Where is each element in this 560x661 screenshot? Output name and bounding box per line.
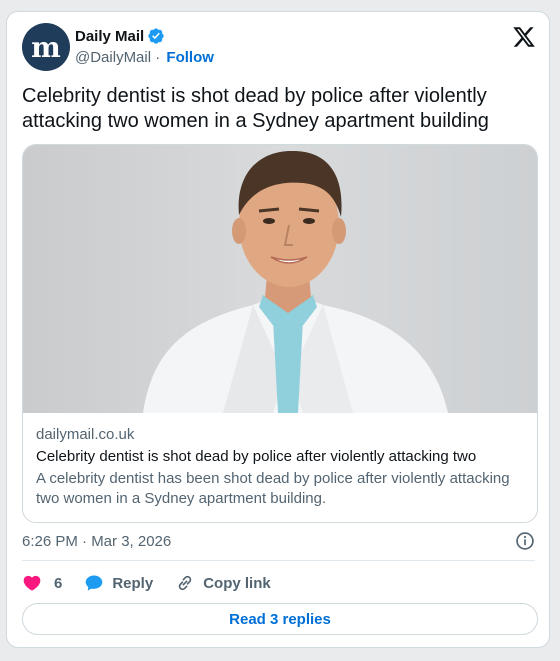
- info-icon[interactable]: [515, 531, 535, 551]
- like-button[interactable]: 6: [22, 573, 62, 593]
- display-name-row: Daily Mail: [75, 27, 214, 45]
- read-replies-button[interactable]: Read 3 replies: [22, 603, 538, 635]
- avatar-logo-text: m: [31, 30, 61, 64]
- reply-label: Reply: [112, 574, 154, 592]
- tweet-timestamp[interactable]: 6:26 PM · Mar 3, 2026: [22, 533, 171, 550]
- tweet-text: Celebrity dentist is shot dead by police…: [22, 85, 489, 132]
- handle-row: @DailyMail · Follow: [75, 49, 214, 66]
- like-count: 6: [54, 574, 63, 592]
- divider: [22, 560, 535, 561]
- tweet-embed-card: m Daily Mail @DailyMail · Follow Celebri…: [6, 11, 550, 648]
- action-bar: 6 Reply Copy link: [22, 570, 293, 596]
- follow-link[interactable]: Follow: [166, 49, 214, 66]
- x-logo-icon[interactable]: [511, 25, 537, 49]
- handle-separator: ·: [155, 49, 161, 66]
- link-title[interactable]: Celebrity dentist is shot dead by police…: [36, 448, 524, 465]
- link-domain: dailymail.co.uk: [36, 426, 135, 443]
- article-photo: [23, 145, 537, 413]
- author-handle[interactable]: @DailyMail: [75, 49, 151, 66]
- reply-button[interactable]: Reply: [84, 573, 153, 593]
- heart-icon: [23, 575, 41, 591]
- link-preview-card[interactable]: dailymail.co.uk Celebrity dentist is sho…: [22, 144, 538, 523]
- copy-link-label: Copy link: [203, 574, 271, 592]
- copy-link-button[interactable]: Copy link: [175, 573, 271, 593]
- link-description: A celebrity dentist has been shot dead b…: [36, 470, 510, 507]
- verified-badge-icon: [148, 28, 164, 44]
- reply-bubble-icon: [86, 575, 103, 591]
- link-meta: dailymail.co.uk Celebrity dentist is sho…: [23, 413, 537, 509]
- author-block: Daily Mail @DailyMail · Follow: [75, 27, 214, 67]
- link-icon: [178, 575, 192, 591]
- avatar[interactable]: m: [22, 23, 70, 71]
- author-display-name[interactable]: Daily Mail: [75, 28, 144, 45]
- tweet-header: m Daily Mail @DailyMail · Follow: [22, 23, 537, 71]
